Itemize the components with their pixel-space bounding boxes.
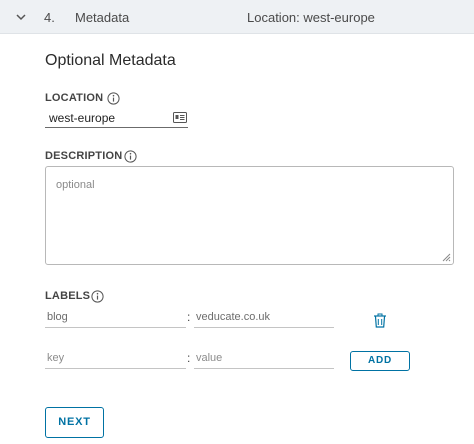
new-label-value-input[interactable]: value (194, 349, 334, 369)
label-value-value: veducate.co.uk (196, 311, 270, 323)
step-header[interactable]: 4. Metadata Location: west-europe (0, 0, 474, 34)
location-value: west-europe (49, 111, 116, 125)
new-label-value-placeholder: value (196, 352, 223, 364)
info-icon[interactable] (124, 150, 137, 163)
step-title: Metadata (75, 10, 130, 25)
labels-label: LABELS (45, 290, 91, 302)
info-icon[interactable] (91, 290, 104, 303)
chevron-down-icon[interactable] (14, 10, 28, 24)
step-number: 4. (44, 10, 55, 25)
trash-icon[interactable] (373, 313, 387, 328)
step-summary: Location: west-europe (247, 10, 375, 25)
label-separator: : (187, 310, 191, 324)
label-separator: : (187, 351, 191, 365)
label-key-input[interactable]: blog (45, 308, 186, 328)
description-label: DESCRIPTION (45, 150, 123, 162)
next-button[interactable]: NEXT (45, 407, 104, 438)
new-label-key-placeholder: key (47, 352, 65, 364)
card-icon[interactable] (173, 112, 187, 123)
section-title: Optional Metadata (45, 52, 176, 69)
add-label-button[interactable]: ADD (350, 351, 410, 371)
new-label-key-input[interactable]: key (45, 349, 186, 369)
location-field[interactable]: west-europe (45, 108, 188, 128)
info-icon[interactable] (107, 92, 120, 105)
location-label: LOCATION (45, 92, 104, 104)
description-textarea[interactable]: optional (45, 166, 454, 265)
label-key-value: blog (47, 311, 68, 323)
description-placeholder: optional (56, 179, 95, 191)
label-value-input[interactable]: veducate.co.uk (194, 308, 334, 328)
resize-grip-icon[interactable] (441, 252, 451, 262)
